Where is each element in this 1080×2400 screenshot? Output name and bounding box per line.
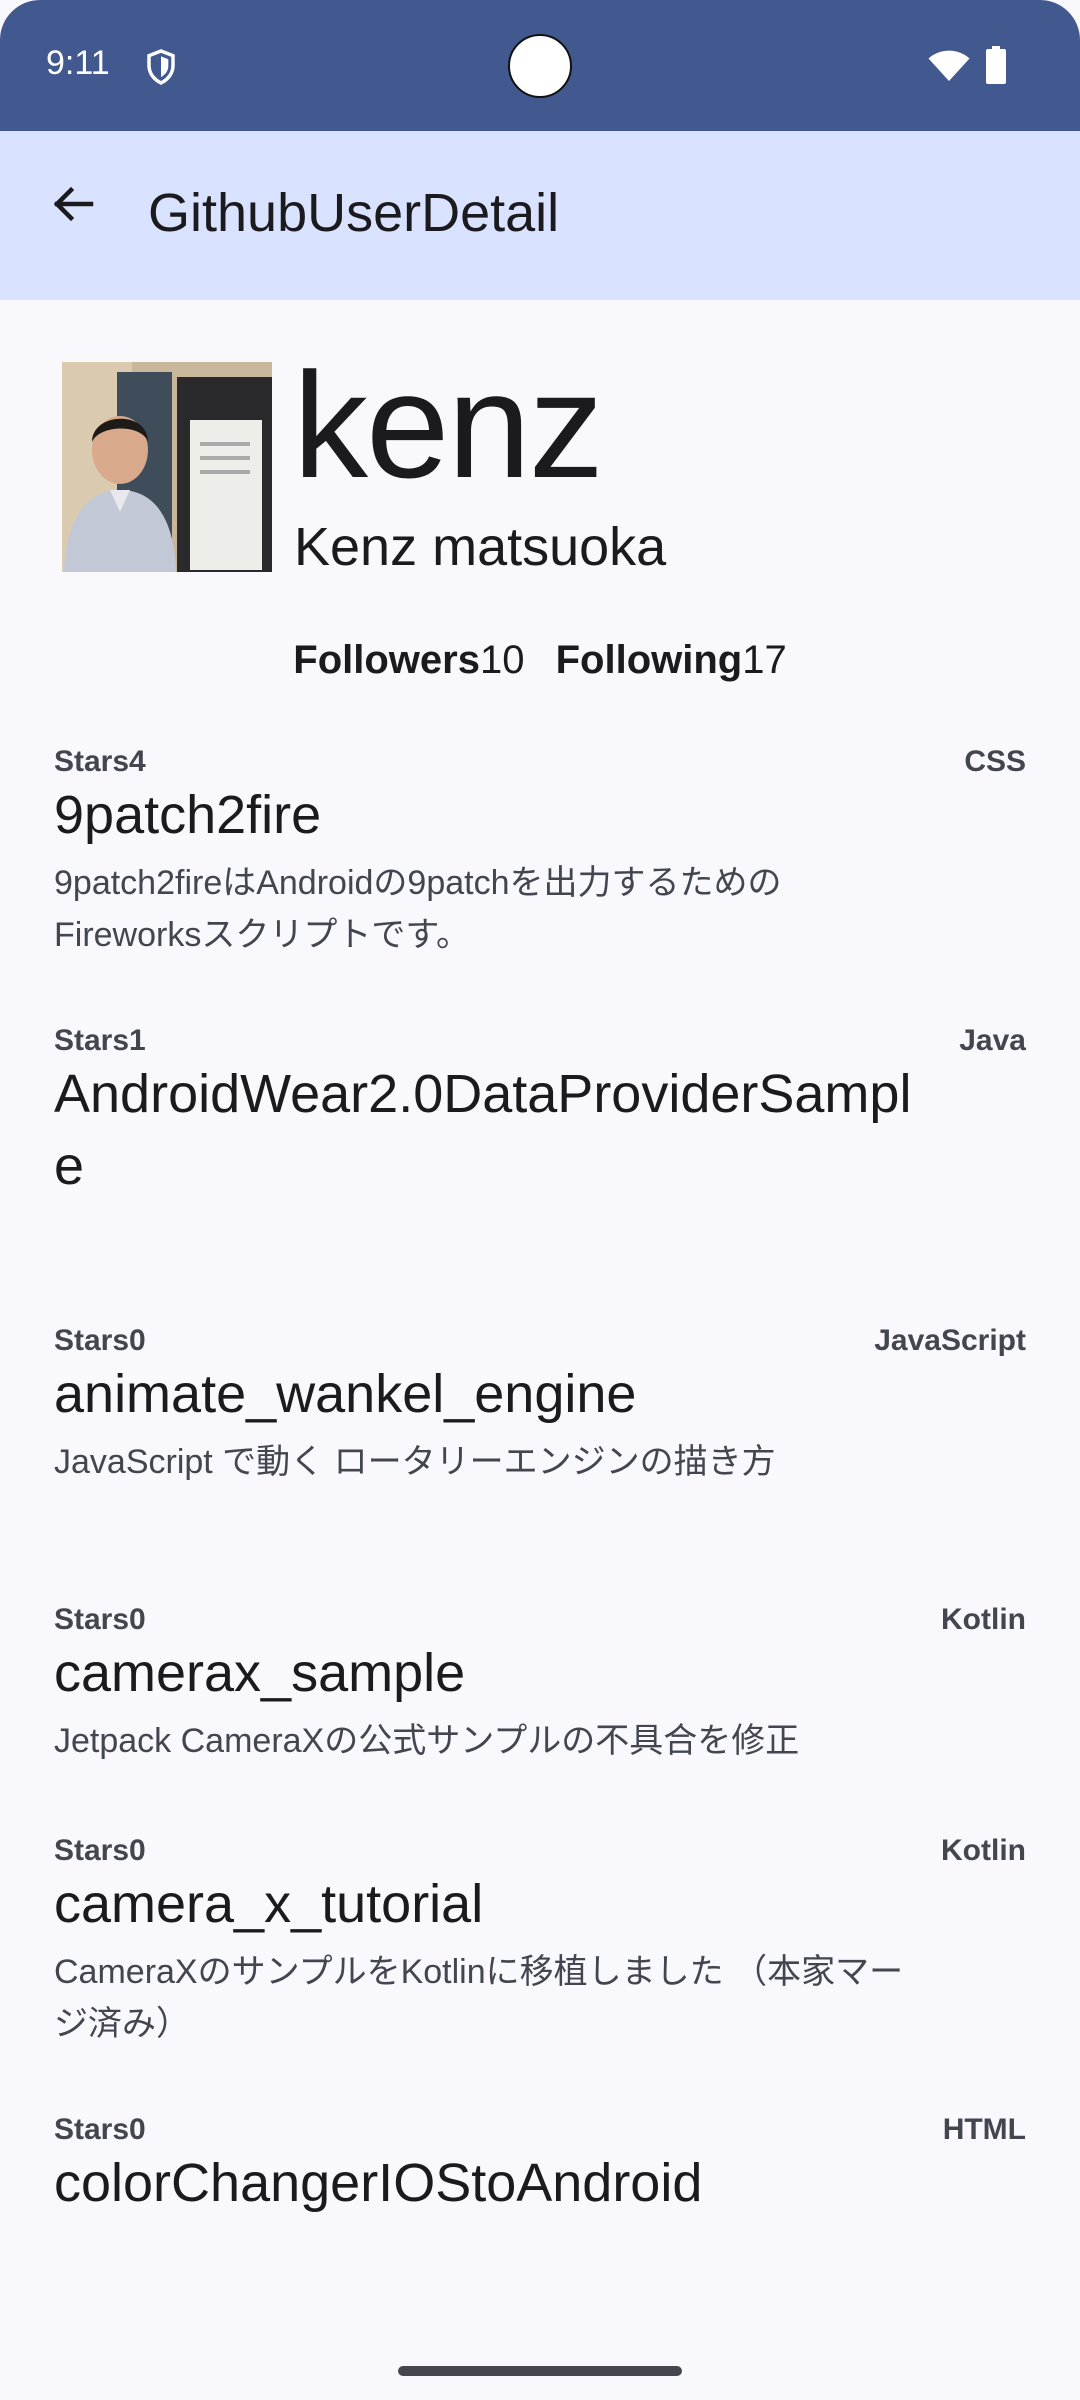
repo-language: HTML xyxy=(942,2113,1026,2146)
followers-label: Followers xyxy=(293,638,480,682)
home-indicator[interactable] xyxy=(398,2366,682,2376)
following-count: 17 xyxy=(742,638,787,682)
repo-stars: Stars0 xyxy=(54,1324,146,1357)
followers-count: 10 xyxy=(479,638,525,682)
repo-name: colorChangerIOStoAndroid xyxy=(54,2153,703,2213)
repo-stars: Stars4 xyxy=(54,745,146,778)
user-login: kenz xyxy=(293,341,604,509)
user-full-name: Kenz matsuoka xyxy=(294,517,667,577)
avatar xyxy=(62,362,272,572)
repo-stars: Stars1 xyxy=(54,1024,146,1057)
repo-name: camera_x_tutorial xyxy=(54,1874,484,1934)
repo-language: JavaScript xyxy=(874,1324,1026,1357)
repo-stars: Stars0 xyxy=(54,2113,146,2146)
status-bar: 9:11 xyxy=(0,0,1080,131)
repo-description: JavaScript で動く ロータリーエンジンの描き方 xyxy=(54,1443,776,1481)
repo-description: CameraXのサンプルをKotlinに移植しました （本家マージ済み） xyxy=(54,1953,904,2043)
repo-description: Jetpack CameraXの公式サンプルの不具合を修正 xyxy=(54,1722,800,1760)
follow-stats: Followers10 Following17 xyxy=(0,638,1080,683)
repo-stars: Stars0 xyxy=(54,1834,146,1867)
app-bar: GithubUserDetail xyxy=(0,131,1080,300)
app-bar-title: GithubUserDetail xyxy=(148,183,560,243)
repo-name: animate_wankel_engine xyxy=(54,1364,637,1424)
repo-language: CSS xyxy=(964,745,1026,778)
repo-language: Kotlin xyxy=(941,1603,1026,1636)
repo-language: Kotlin xyxy=(941,1834,1026,1867)
status-time: 9:11 xyxy=(46,44,110,82)
repo-name: camerax_sample xyxy=(54,1643,466,1703)
shield-icon xyxy=(147,49,175,85)
repo-description: 9patch2fireはAndroidの9patchを出力するための Firew… xyxy=(54,864,782,954)
following-stat: Following17 xyxy=(556,638,787,682)
camera-cutout xyxy=(508,34,572,98)
back-button[interactable] xyxy=(40,171,106,237)
following-label: Following xyxy=(555,638,743,682)
wifi-icon xyxy=(928,50,970,81)
repo-name: AndroidWear2.0DataProviderSample xyxy=(54,1064,912,1196)
battery-icon xyxy=(986,46,1006,84)
repo-name: 9patch2fire xyxy=(54,785,322,845)
followers-stat: Followers10 xyxy=(293,638,524,682)
repo-language: Java xyxy=(959,1024,1026,1057)
repo-stars: Stars0 xyxy=(54,1603,146,1636)
arrow-back-icon xyxy=(53,186,94,222)
